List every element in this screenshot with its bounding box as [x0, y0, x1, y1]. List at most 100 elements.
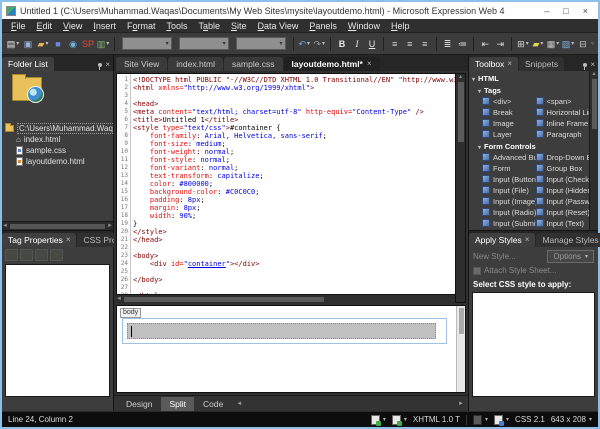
close-tab-icon[interactable]: ×: [507, 60, 512, 68]
numbered-list-button[interactable]: ≣: [440, 36, 454, 52]
toolbox-item--span-[interactable]: <span>: [536, 96, 590, 106]
show-set-properties-icon[interactable]: [35, 249, 48, 261]
toolbox-item-form[interactable]: Form: [482, 163, 536, 173]
redo-button[interactable]: ↷▾: [312, 36, 326, 52]
toolbox-item-break[interactable]: Break: [482, 107, 536, 117]
pin-icon[interactable]: [583, 63, 587, 67]
close-panel-icon[interactable]: ×: [105, 61, 110, 69]
toolbox-item-layer[interactable]: Layer: [482, 129, 536, 139]
scroll-left-icon[interactable]: ◄: [2, 223, 8, 229]
toolbox-item-input-passw-[interactable]: Input (Passw...: [536, 196, 590, 206]
scrollbar-thumb[interactable]: [459, 308, 464, 334]
toolbox-item-image[interactable]: Image: [482, 118, 536, 128]
menu-data-view[interactable]: Data View: [253, 20, 304, 32]
scroll-right-icon[interactable]: ►: [454, 401, 468, 407]
tree-item-sample-css[interactable]: sample.css: [2, 145, 113, 156]
toolbox-item-inline-frame[interactable]: Inline Frame: [536, 118, 590, 128]
italic-button[interactable]: I: [350, 36, 364, 52]
save-button[interactable]: ■: [51, 36, 65, 52]
scroll-left-icon[interactable]: ◄: [116, 296, 122, 302]
bold-button[interactable]: B: [335, 36, 349, 52]
increase-indent-button[interactable]: ⇥: [493, 36, 507, 52]
menu-edit[interactable]: Edit: [32, 20, 58, 32]
close-tab-icon[interactable]: ×: [367, 60, 372, 68]
folder-list-hscrollbar[interactable]: ◄ ►: [2, 221, 113, 230]
toolbox-item-input-reset-[interactable]: Input (Reset): [536, 207, 590, 217]
view-tab-split[interactable]: Split: [161, 397, 194, 411]
pin-icon[interactable]: [98, 63, 102, 67]
scrollbar-thumb[interactable]: [124, 297, 324, 302]
toolbox-item-horizontal-line[interactable]: Horizontal Line: [536, 107, 590, 117]
preview-button[interactable]: ◉: [66, 36, 80, 52]
menu-table[interactable]: Table: [193, 20, 225, 32]
toolbox-vscrollbar[interactable]: ▲: [589, 71, 598, 230]
scrollbar-thumb[interactable]: [10, 224, 105, 229]
undo-button[interactable]: ↶▾: [297, 36, 311, 52]
code-editor[interactable]: <!DOCTYPE html PUBLIC "-//W3C//DTD XHTML…: [131, 74, 455, 302]
font-family-combobox[interactable]: ▾: [179, 37, 229, 50]
page-size-indicator[interactable]: 643 x 208: [551, 415, 586, 424]
toolbox-group-form-controls[interactable]: ▾Form Controls: [478, 142, 589, 151]
underline-button[interactable]: U: [365, 36, 379, 52]
scroll-right-icon[interactable]: ►: [107, 223, 113, 229]
new-style-button[interactable]: New Style...: [473, 252, 516, 261]
quick-tag-selector[interactable]: body: [120, 308, 141, 318]
open-page-button[interactable]: ▣: [21, 36, 35, 52]
menu-insert[interactable]: Insert: [88, 20, 121, 32]
font-size-combobox[interactable]: ▾: [236, 37, 286, 50]
view-tab-design[interactable]: Design: [118, 397, 160, 411]
doc-tab-index-html[interactable]: index.html: [168, 57, 223, 71]
bullet-list-button[interactable]: ≔: [455, 36, 469, 52]
attach-stylesheet-button[interactable]: Attach Style Sheet...: [469, 264, 598, 277]
insert-table-button[interactable]: ⊞▾: [516, 36, 530, 52]
toolbox-item--div-[interactable]: <div>: [482, 96, 536, 106]
open-folder-button[interactable]: ▰▾: [36, 36, 50, 52]
toolbox-item-input-radio-[interactable]: Input (Radio): [482, 207, 536, 217]
code-error-check-icon[interactable]: [371, 415, 380, 425]
toolbox-tab-toolbox[interactable]: Toolbox×: [469, 57, 518, 71]
new-document-button[interactable]: ▤▾: [6, 36, 20, 52]
menu-site[interactable]: Site: [226, 20, 252, 32]
menu-format[interactable]: Format: [122, 20, 161, 32]
fill-color-button[interactable]: ▨▾: [561, 36, 575, 52]
borders-button[interactable]: ▦▾: [546, 36, 560, 52]
design-vscrollbar[interactable]: [456, 306, 465, 392]
doc-tab-layoutdemo-html-[interactable]: layoutdemo.html*×: [284, 57, 380, 71]
options-button[interactable]: Options ▾: [547, 250, 594, 263]
close-tab-icon[interactable]: ×: [66, 236, 71, 244]
menu-file[interactable]: File: [6, 20, 31, 32]
scrollbar-thumb[interactable]: [458, 82, 464, 142]
scrollbar-thumb[interactable]: [592, 79, 597, 129]
menu-view[interactable]: View: [58, 20, 87, 32]
folder-list-tab[interactable]: Folder List: [2, 57, 54, 71]
close-button[interactable]: ×: [583, 6, 588, 16]
tag-summary-icon[interactable]: [50, 249, 63, 261]
show-categorized-icon[interactable]: [5, 249, 18, 261]
maximize-button[interactable]: □: [563, 6, 568, 16]
doctype-indicator[interactable]: XHTML 1.0 T: [413, 415, 460, 424]
menu-window[interactable]: Window: [343, 20, 385, 32]
toolbox-root-html[interactable]: ▾HTML: [472, 74, 589, 83]
align-left-button[interactable]: ≡: [388, 36, 402, 52]
tag-properties-tab-tag-properties[interactable]: Tag Properties×: [2, 233, 76, 247]
design-canvas[interactable]: body: [116, 305, 466, 393]
menu-panels[interactable]: Panels: [304, 20, 342, 32]
toolbox-item-drop-down-box[interactable]: Drop-Down Box: [536, 152, 590, 162]
doc-tab-sample-css[interactable]: sample.css: [224, 57, 283, 71]
folder-tree-root[interactable]: C:\Users\Muhammad.Waqas\Documents\M: [2, 123, 113, 134]
toolbox-item-label[interactable]: Label: [482, 229, 536, 230]
positioning-button[interactable]: ⊟: [576, 36, 590, 52]
scroll-up-icon[interactable]: ▲: [592, 71, 597, 77]
toolbox-item-input-submit-[interactable]: Input (Submit): [482, 218, 536, 228]
tree-item-layoutdemo-html[interactable]: layoutdemo.html: [2, 156, 113, 167]
scroll-up-icon[interactable]: ▲: [458, 74, 463, 80]
highlight-button[interactable]: ▰▾: [531, 36, 545, 52]
container-div[interactable]: [127, 323, 436, 339]
code-hscrollbar[interactable]: ◄: [116, 294, 455, 303]
toolbox-tab-snippets[interactable]: Snippets: [519, 57, 564, 71]
publish-button[interactable]: ▥▾: [96, 36, 110, 52]
code-vscrollbar[interactable]: ▲: [455, 74, 465, 302]
toolbox-item-text-area[interactable]: Text Area: [536, 229, 590, 230]
align-right-button[interactable]: ≡: [418, 36, 432, 52]
toolbox-item-group-box[interactable]: Group Box: [536, 163, 590, 173]
